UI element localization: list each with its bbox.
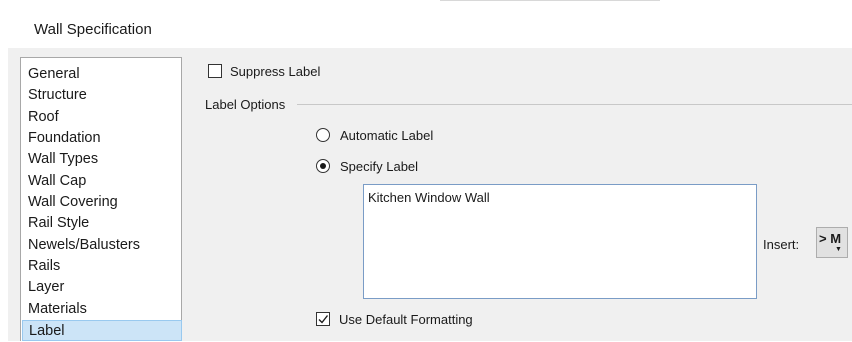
suppress-label-checkbox[interactable] [208,64,222,78]
nav-item-wall-types[interactable]: Wall Types [22,149,182,170]
nav-item-rail-style[interactable]: Rail Style [22,213,182,234]
automatic-label-text: Automatic Label [340,128,434,143]
specify-label-radio[interactable] [316,159,330,173]
nav-item-rails[interactable]: Rails [22,256,182,277]
nav-item-materials[interactable]: Materials [22,299,182,320]
category-list: General Structure Roof Foundation Wall T… [20,57,182,341]
radio-dot [320,163,326,169]
top-divider [440,0,660,4]
suppress-label-text: Suppress Label [230,64,321,79]
checkmark-icon [318,315,329,324]
insert-label: Insert: [763,237,800,252]
nav-item-wall-covering[interactable]: Wall Covering [22,192,182,213]
automatic-label-radio[interactable] [316,128,330,142]
use-default-formatting-checkbox[interactable] [316,312,330,326]
nav-item-wall-cap[interactable]: Wall Cap [22,171,182,192]
nav-item-label[interactable]: Label [22,320,182,341]
insert-button-text: > M [819,231,842,246]
dialog-title: Wall Specification [34,21,152,38]
use-default-formatting-text: Use Default Formatting [339,312,473,327]
insert-macro-button[interactable]: > M ▼ [816,227,848,258]
specify-label-text: Specify Label [340,159,419,174]
label-text-input[interactable]: Kitchen Window Wall [363,184,757,299]
nav-item-general[interactable]: General [22,64,182,85]
nav-item-roof[interactable]: Roof [22,107,182,128]
label-options-heading: Label Options [205,97,286,112]
nav-item-structure[interactable]: Structure [22,85,182,106]
nav-item-newels-balusters[interactable]: Newels/Balusters [22,235,182,256]
chevron-down-icon: ▼ [835,246,842,253]
nav-item-foundation[interactable]: Foundation [22,128,182,149]
nav-item-layer[interactable]: Layer [22,277,182,298]
left-frame [0,48,8,341]
dialog-titlebar: Wall Specification [0,0,852,48]
group-divider [297,104,852,105]
